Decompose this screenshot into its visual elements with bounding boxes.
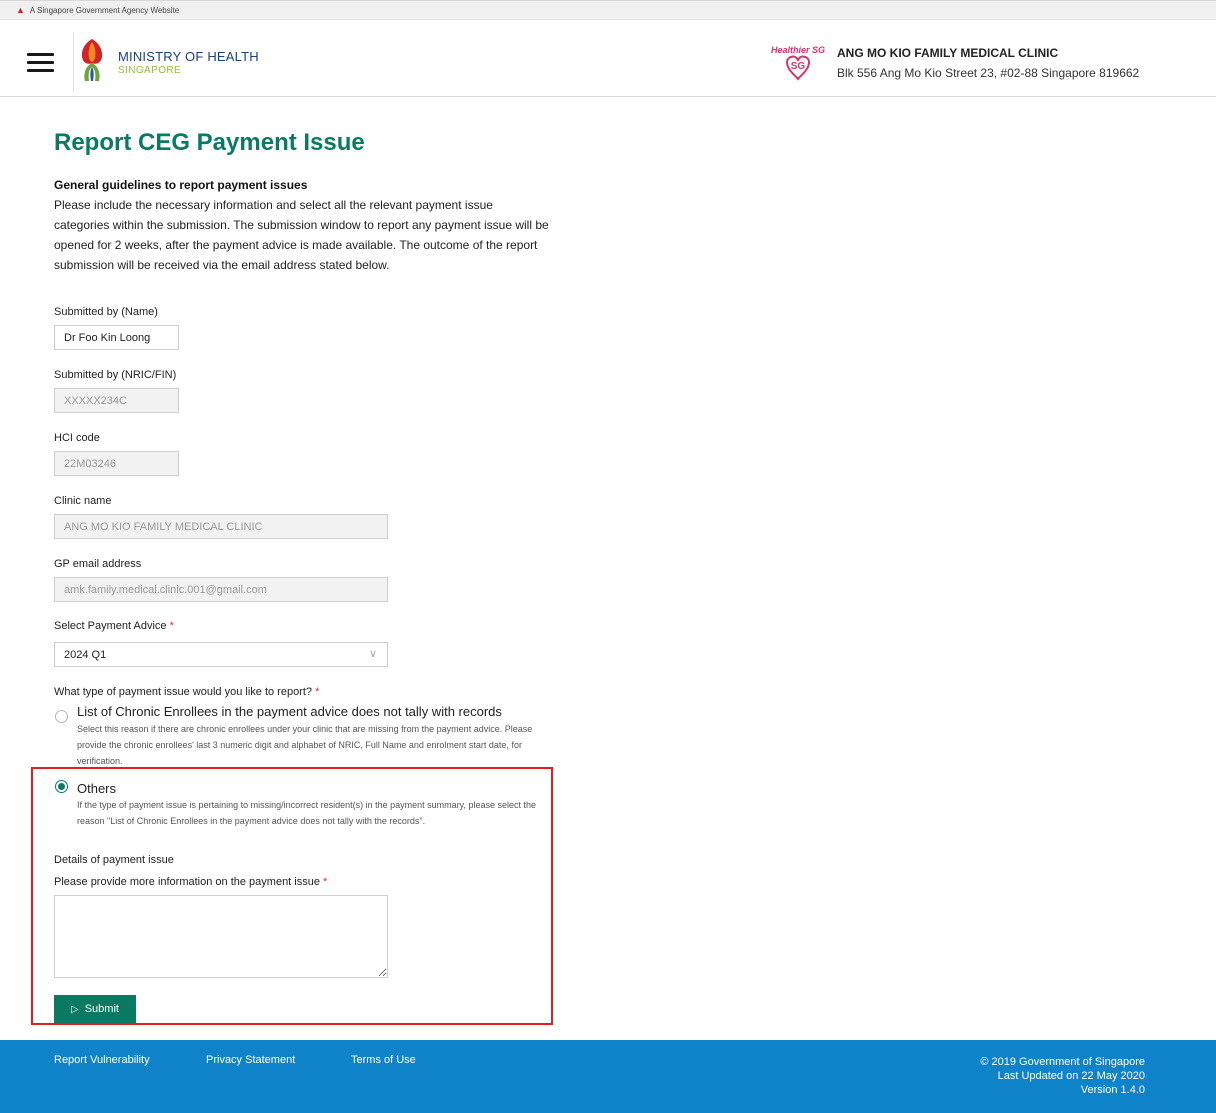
required-mark: *	[169, 620, 174, 632]
last-updated-text: Last Updated on 22 May 2020	[997, 1070, 1145, 1082]
required-mark: *	[323, 876, 328, 888]
name-label: Submitted by (Name)	[54, 306, 158, 318]
guidelines-body: Please include the necessary information…	[54, 198, 549, 272]
name-input[interactable]	[54, 325, 179, 350]
copyright-text: © 2019 Government of Singapore	[980, 1056, 1145, 1068]
header-clinic-address: Blk 556 Ang Mo Kio Street 23, #02-88 Sin…	[837, 66, 1140, 80]
send-icon: ▷	[71, 1003, 79, 1015]
issue-type-question: What type of payment issue would you lik…	[54, 686, 319, 698]
details-label: Please provide more information on the p…	[54, 876, 327, 888]
clinic-name-input	[54, 514, 388, 539]
nric-label: Submitted by (NRIC/FIN)	[54, 369, 177, 381]
option-others-desc: If the type of payment issue is pertaini…	[77, 800, 537, 826]
ministry-name: MINISTRY OF HEALTH	[118, 49, 259, 64]
submit-button[interactable]: ▷ Submit	[54, 995, 136, 1023]
gov-banner-text: A Singapore Government Agency Website	[29, 5, 180, 15]
details-textarea[interactable]	[54, 895, 388, 978]
radio-chronic-enrollees[interactable]	[55, 710, 68, 723]
gov-banner: ▲ A Singapore Government Agency Website	[0, 0, 1216, 20]
details-heading: Details of payment issue	[54, 854, 174, 866]
payment-advice-value: 2024 Q1	[64, 649, 107, 661]
gp-email-label: GP email address	[54, 558, 142, 570]
option-others-title[interactable]: Others	[77, 781, 116, 796]
payment-advice-label-text: Select Payment Advice	[54, 620, 167, 632]
moh-logo-icon	[81, 39, 103, 81]
required-mark: *	[315, 686, 320, 698]
menu-icon[interactable]	[27, 53, 54, 72]
hci-code-label: HCI code	[54, 432, 100, 444]
payment-advice-label: Select Payment Advice *	[54, 620, 174, 632]
version-text: Version 1.4.0	[1080, 1084, 1145, 1096]
site-footer: Report Vulnerability Privacy Statement T…	[0, 1040, 1216, 1113]
payment-advice-select[interactable]: 2024 Q1 ∨	[54, 642, 388, 667]
header-clinic-name: ANG MO KIO FAMILY MEDICAL CLINIC	[837, 46, 1059, 60]
option-chronic-enrollees-desc: Select this reason if there are chronic …	[77, 724, 533, 766]
header-divider	[73, 32, 74, 92]
page-title: Report CEG Payment Issue	[54, 129, 365, 156]
issue-type-question-text: What type of payment issue would you lik…	[54, 686, 313, 698]
guidelines-heading: General guidelines to report payment iss…	[54, 178, 308, 192]
site-header: MINISTRY OF HEALTH SINGAPORE SG Healthie…	[0, 20, 1216, 97]
details-label-text: Please provide more information on the p…	[54, 876, 320, 888]
footer-link-privacy-statement[interactable]: Privacy Statement	[206, 1054, 295, 1066]
nric-input	[54, 388, 179, 413]
submit-label: Submit	[84, 1003, 119, 1015]
clinic-name-label: Clinic name	[54, 495, 112, 507]
footer-link-terms-of-use[interactable]: Terms of Use	[351, 1054, 416, 1066]
hci-code-input	[54, 451, 179, 476]
badge-text: Healthier SG	[771, 45, 825, 55]
healthier-sg-logo: SG Healthier SG	[771, 45, 825, 81]
footer-copyright-block: © 2019 Government of Singapore Last Upda…	[980, 1055, 1145, 1097]
ministry-sub: SINGAPORE	[118, 65, 182, 76]
radio-others[interactable]	[55, 780, 68, 793]
chevron-down-icon: ∨	[368, 648, 377, 660]
gp-email-input	[54, 577, 388, 602]
svg-text:SG: SG	[791, 61, 806, 72]
option-chronic-enrollees-title[interactable]: List of Chronic Enrollees in the payment…	[77, 704, 502, 719]
footer-link-report-vulnerability[interactable]: Report Vulnerability	[54, 1054, 150, 1066]
singapore-lion-icon: ▲	[16, 5, 25, 15]
